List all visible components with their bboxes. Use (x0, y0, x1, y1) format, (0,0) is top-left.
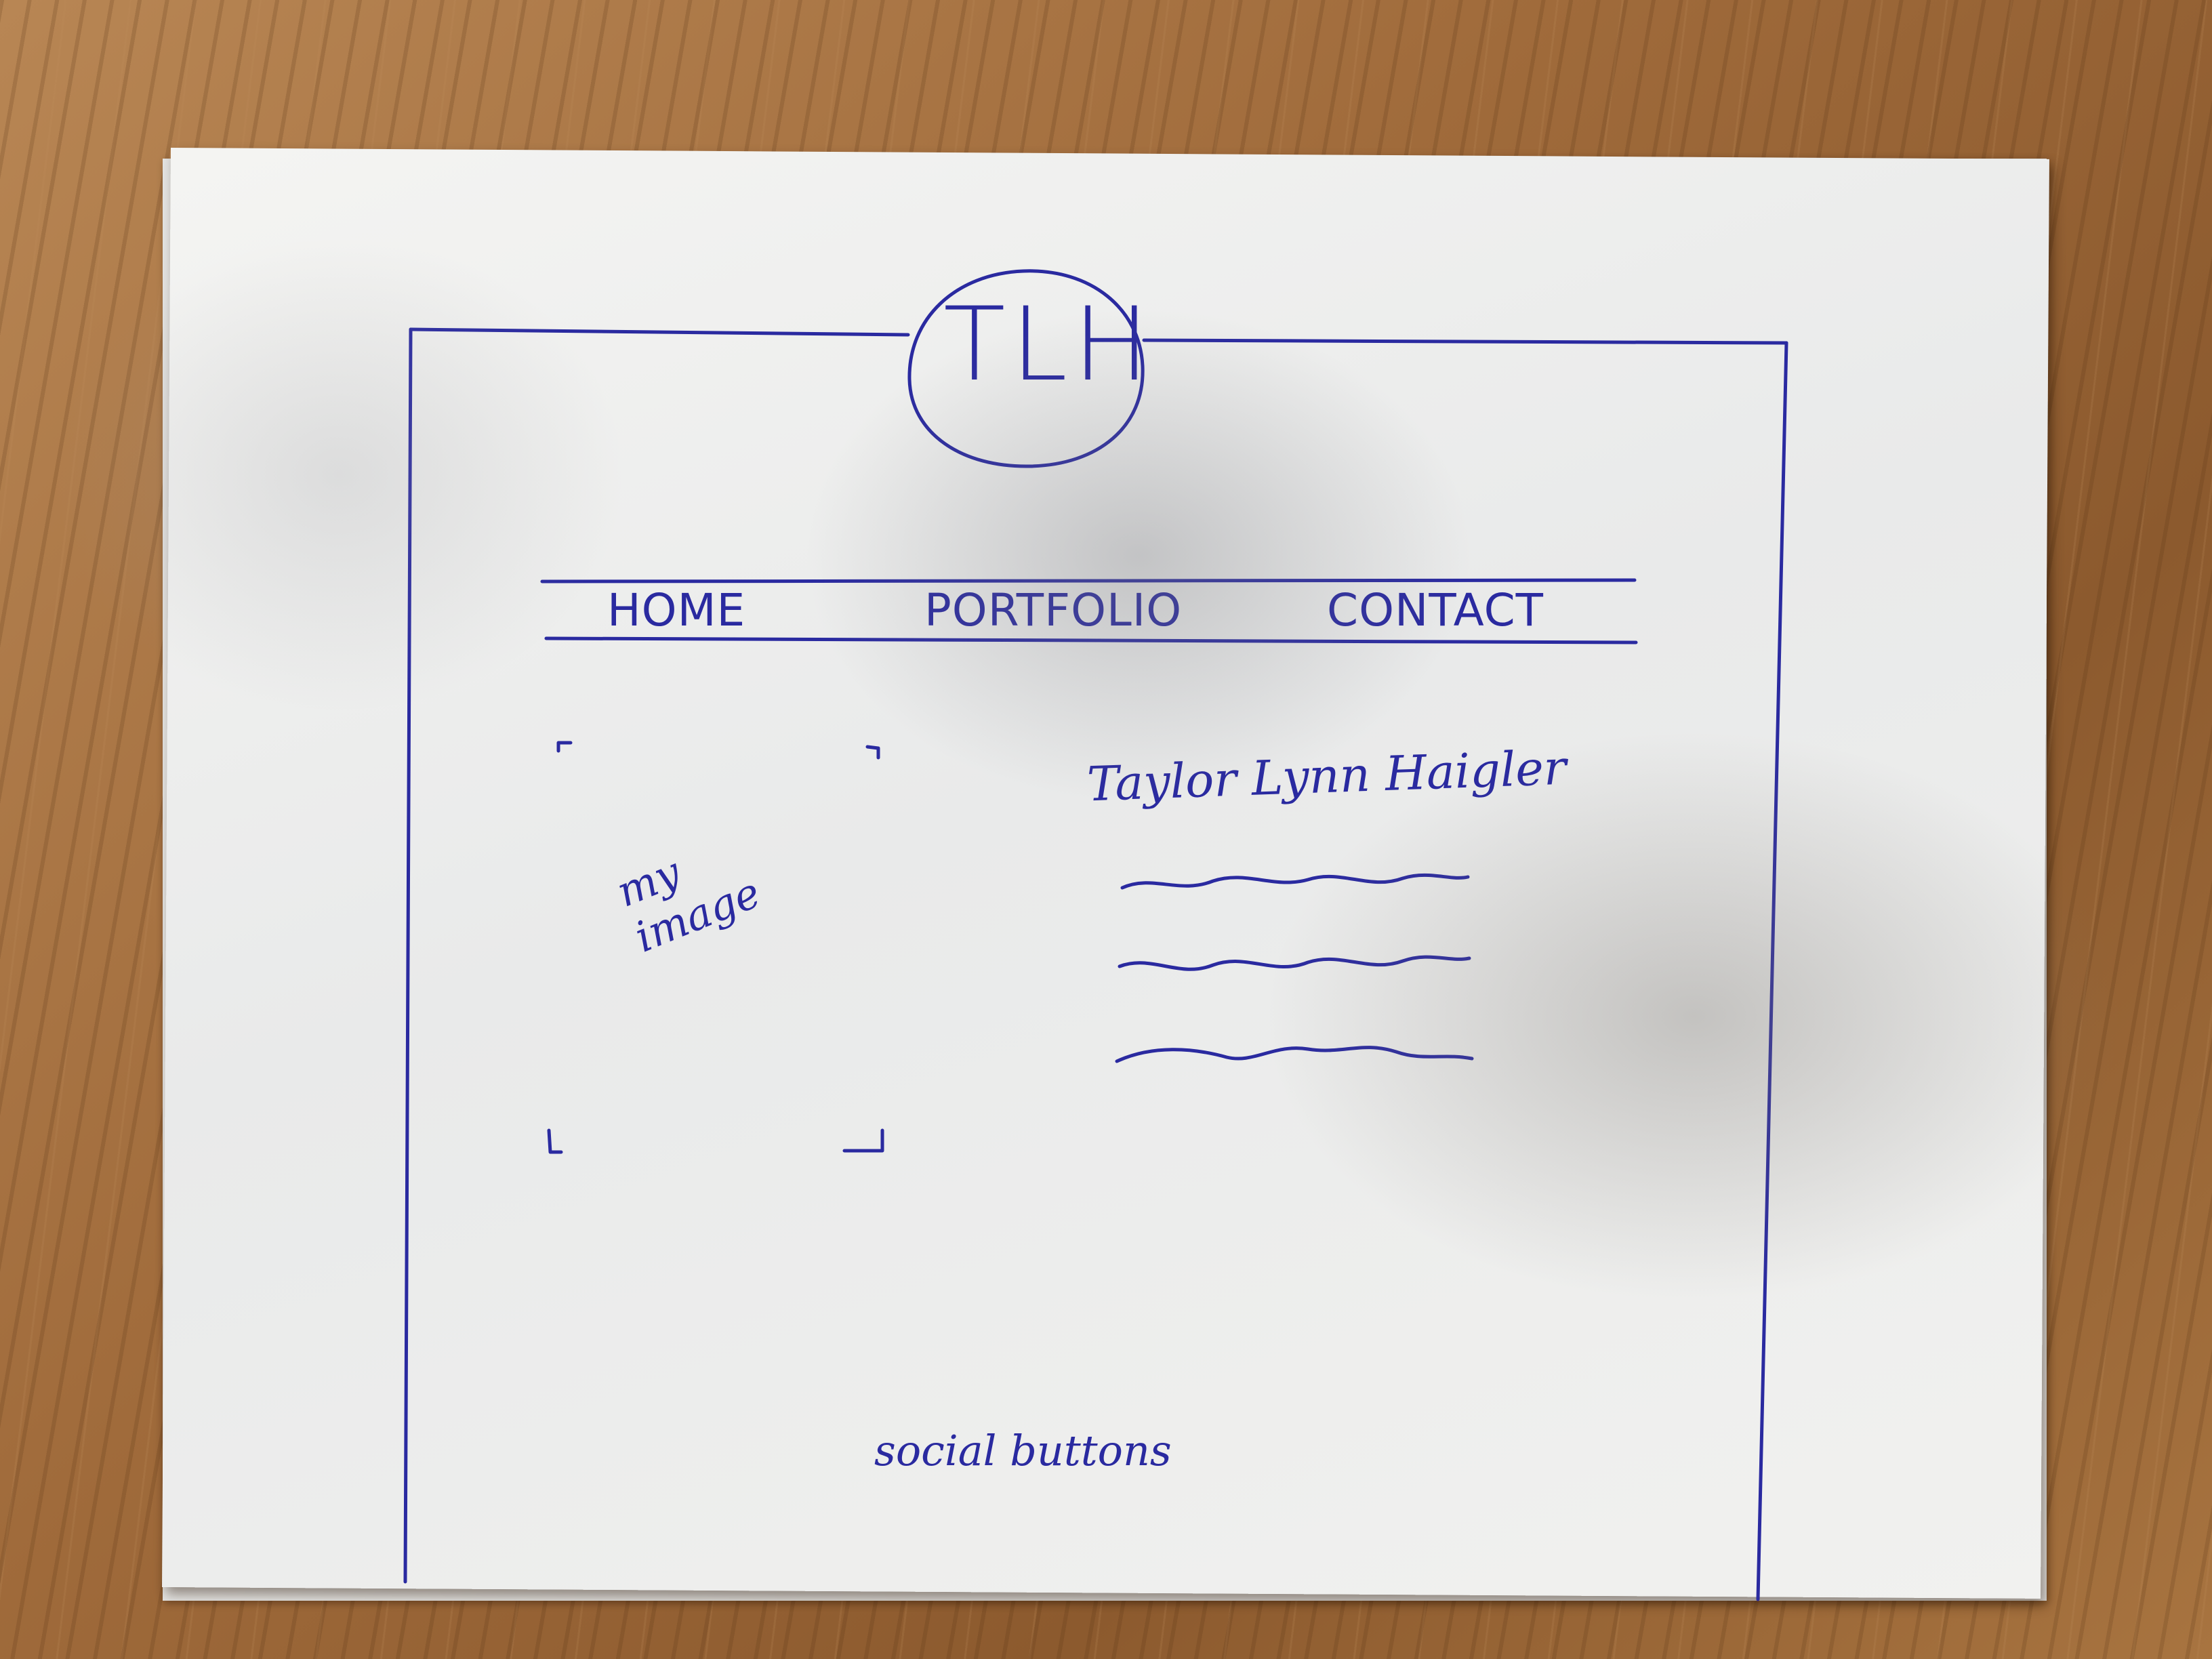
image-corner-bottom-right (842, 1128, 884, 1153)
text-placeholder-line-2 (1118, 955, 1471, 971)
nav-contact[interactable]: CONTACT (1327, 584, 1544, 636)
image-corner-top-right (865, 745, 880, 760)
frame-right-line (1756, 341, 1788, 1601)
wireframe-sketch (403, 269, 1788, 1601)
nav-portfolio[interactable]: PORTFOLIO (924, 584, 1182, 636)
nav-top-line (540, 578, 1637, 583)
logo[interactable]: TLH (943, 286, 1149, 404)
nav-home[interactable]: HOME (607, 584, 745, 636)
image-corner-top-left (556, 741, 573, 753)
frame-top-left-line (409, 327, 910, 337)
image-corner-bottom-left (547, 1128, 563, 1154)
frame-top-right-line (1142, 338, 1788, 345)
nav-bottom-line (544, 636, 1638, 644)
text-placeholder-line-3 (1115, 1046, 1474, 1063)
social-buttons-placeholder[interactable]: social buttons (874, 1426, 1172, 1475)
text-placeholder-line-1 (1120, 873, 1470, 890)
frame-left-line (403, 327, 413, 1584)
